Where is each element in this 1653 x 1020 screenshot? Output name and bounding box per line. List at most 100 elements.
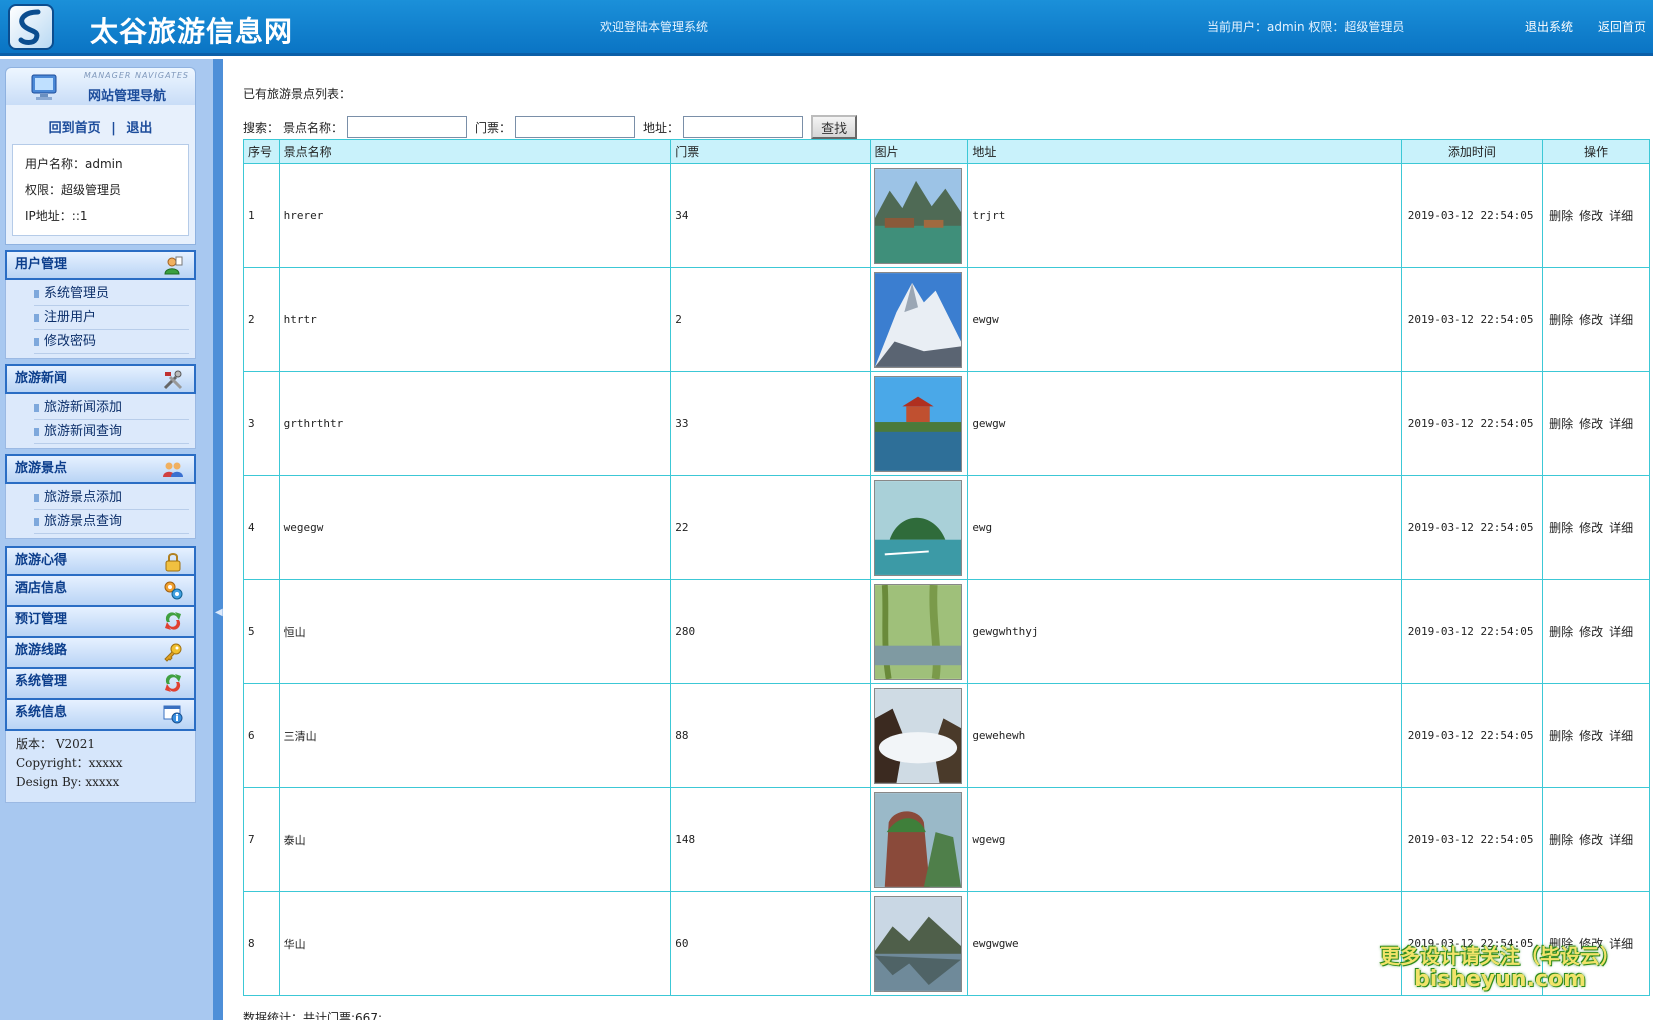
menu-travel-notes[interactable]: 旅游心得 [5, 546, 196, 576]
address-input[interactable] [683, 116, 804, 138]
user-box: 回到首页 | 退出 用户名称：admin 权限：超级管理员 IP地址：::1 [5, 105, 196, 245]
delete-link[interactable]: 删除 [1549, 833, 1573, 847]
cell-added-time: 2019-03-12 22:54:05 [1400, 683, 1544, 788]
table-header-row: 序号 景点名称 门票 图片 地址 添加时间 操作 [243, 139, 1650, 164]
column-header: 景点名称 [278, 139, 672, 164]
menu-hotel-info[interactable]: 酒店信息 [5, 576, 196, 607]
cell-actions: 删除 修改 详细 [1542, 475, 1650, 580]
menu-item-news-query[interactable]: 旅游新闻查询 [34, 420, 189, 444]
exit-link[interactable]: 退出 [126, 121, 152, 136]
cell-ticket: 2 [670, 267, 871, 372]
menu-title: 旅游新闻 [15, 371, 68, 386]
spot-thumbnail[interactable] [873, 895, 962, 992]
menu-booking[interactable]: 预订管理 [5, 607, 196, 638]
lock-icon [165, 553, 181, 572]
collapse-arrow-icon[interactable]: ◀ [215, 607, 223, 618]
delete-link[interactable]: 删除 [1549, 729, 1573, 743]
cell-spot-name: 恒山 [278, 579, 672, 684]
home-link[interactable]: 返回首页 [1598, 18, 1646, 35]
spot-thumbnail[interactable] [873, 687, 962, 784]
menu-item-spot-add[interactable]: 旅游景点添加 [34, 486, 189, 510]
edit-link[interactable]: 修改 [1579, 521, 1603, 535]
current-user-info: 当前用户：admin 权限：超级管理员 [1207, 20, 1405, 34]
edit-link[interactable]: 修改 [1579, 833, 1603, 847]
menu-item-admins[interactable]: 系统管理员 [34, 282, 189, 306]
delete-link[interactable]: 删除 [1549, 209, 1573, 223]
edit-link[interactable]: 修改 [1579, 417, 1603, 431]
ip-text: IP地址：::1 [25, 209, 88, 223]
delete-link[interactable]: 删除 [1549, 625, 1573, 639]
detail-link[interactable]: 详细 [1609, 209, 1633, 223]
cell-actions: 删除 修改 详细 [1542, 787, 1650, 892]
menu-scenic-spots[interactable]: 旅游景点 [5, 454, 196, 484]
cell-id: 6 [243, 683, 280, 788]
cell-id: 4 [243, 475, 280, 580]
info-window-icon [163, 705, 183, 724]
edit-link[interactable]: 修改 [1579, 209, 1603, 223]
search-bar: 搜索： 景点名称： 门票： 地址： 查找 [243, 115, 858, 139]
detail-link[interactable]: 详细 [1609, 729, 1633, 743]
design-by-text: Design By: xxxxx [16, 775, 120, 789]
welcome-text: 欢迎登陆本管理系统 [600, 20, 709, 34]
menu-user-management[interactable]: 用户管理 [5, 250, 196, 280]
menu-item-registered-users[interactable]: 注册用户 [34, 306, 189, 330]
delete-link[interactable]: 删除 [1549, 417, 1573, 431]
spot-name-input[interactable] [347, 116, 468, 138]
detail-link[interactable]: 详细 [1609, 833, 1633, 847]
cell-added-time: 2019-03-12 22:54:05 [1400, 579, 1544, 684]
cell-address: trjrt [967, 163, 1402, 268]
edit-link[interactable]: 修改 [1579, 313, 1603, 327]
delete-link[interactable]: 删除 [1549, 521, 1573, 535]
menu-item-news-add[interactable]: 旅游新闻添加 [34, 396, 189, 420]
spot-thumbnail[interactable] [873, 271, 962, 368]
menu-item-change-password[interactable]: 修改密码 [34, 330, 189, 354]
search-button[interactable]: 查找 [811, 115, 858, 139]
cell-actions: 删除 修改 详细 [1542, 579, 1650, 684]
detail-link[interactable]: 详细 [1609, 521, 1633, 535]
cell-id: 5 [243, 579, 280, 684]
menu-item-spot-query[interactable]: 旅游景点查询 [34, 510, 189, 534]
spot-thumbnail[interactable] [873, 375, 962, 472]
watermark-line1: 更多设计请关注（毕设云） [1380, 944, 1620, 968]
cell-image [869, 267, 969, 372]
cell-ticket: 33 [670, 371, 871, 476]
logout-link[interactable]: 退出系统 [1525, 18, 1573, 35]
column-header: 地址 [967, 139, 1402, 164]
watermark: 更多设计请关注（毕设云） bisheyun.com [1370, 940, 1630, 992]
site-title: 太谷旅游信息网 [90, 15, 294, 48]
detail-link[interactable]: 详细 [1609, 417, 1633, 431]
ticket-input[interactable] [515, 116, 636, 138]
cell-ticket: 60 [670, 891, 871, 996]
spot-thumbnail[interactable] [873, 583, 962, 680]
user-card: 用户名称：admin 权限：超级管理员 IP地址：::1 [12, 144, 189, 236]
spot-thumbnail[interactable] [873, 479, 962, 576]
edit-link[interactable]: 修改 [1579, 729, 1603, 743]
column-header: 图片 [869, 139, 969, 164]
cell-spot-name: htrtr [278, 267, 672, 372]
cell-id: 1 [243, 163, 280, 268]
cell-spot-name: hrerer [278, 163, 672, 268]
detail-link[interactable]: 详细 [1609, 625, 1633, 639]
back-home-link[interactable]: 回到首页 [49, 121, 101, 136]
cell-ticket: 22 [670, 475, 871, 580]
detail-link[interactable]: 详细 [1609, 313, 1633, 327]
delete-link[interactable]: 删除 [1549, 313, 1573, 327]
main-content: 已有旅游景点列表： 搜索： 景点名称： 门票： 地址： 查找 序号 景点名称 门… [223, 59, 1653, 1020]
menu-travel-routes[interactable]: 旅游线路 [5, 638, 196, 669]
menu-title: 用户管理 [15, 257, 68, 272]
menu-system-info[interactable]: 系统信息 [5, 700, 196, 731]
menu-title: 旅游心得 [15, 553, 68, 568]
menu-travel-news[interactable]: 旅游新闻 [5, 364, 196, 394]
spot-thumbnail[interactable] [873, 791, 962, 888]
ticket-label: 门票： [475, 120, 512, 135]
table-row: 6 三清山 88 gewehewh 2019-03-12 22:54:05 删除 修改 详细 [243, 683, 1650, 788]
cell-actions: 删除 修改 详细 [1542, 267, 1650, 372]
address-label: 地址： [643, 120, 680, 135]
search-prefix: 搜索： [243, 120, 280, 135]
table-row: 4 wegegw 22 ewg 2019-03-12 22:54:05 删除 修改 详细 [243, 475, 1650, 580]
version-text: 版本： V2021 [16, 737, 96, 751]
spot-thumbnail[interactable] [873, 167, 962, 264]
menu-system-management[interactable]: 系统管理 [5, 669, 196, 700]
edit-link[interactable]: 修改 [1579, 625, 1603, 639]
sidebar-toggle-bar[interactable]: ◀ [213, 59, 223, 1020]
